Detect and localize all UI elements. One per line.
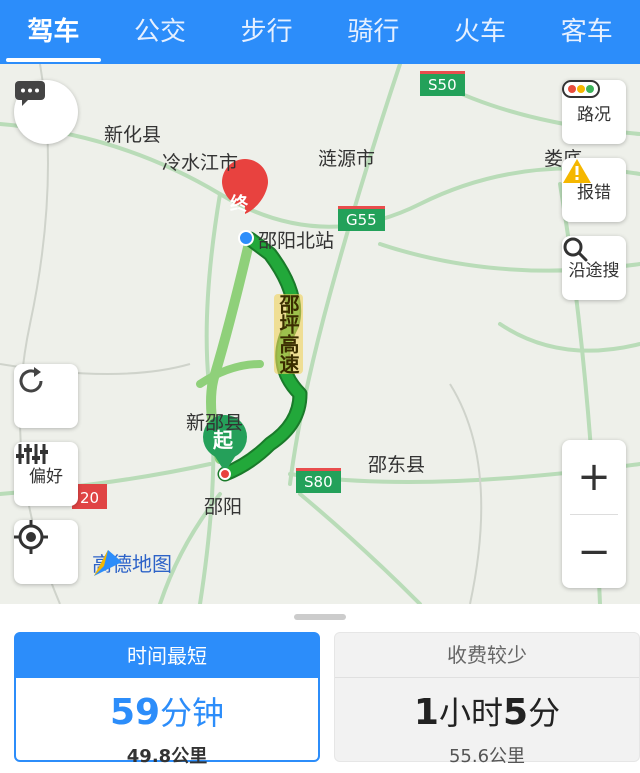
tab-coach[interactable]: 客车 <box>533 0 640 64</box>
traffic-label: 路况 <box>577 104 611 125</box>
road-badge-g55: G55 <box>338 206 385 231</box>
start-marker-label: 起 <box>213 428 233 452</box>
preference-button[interactable]: 偏好 <box>14 442 78 506</box>
tab-ride[interactable]: 骑行 <box>320 0 427 64</box>
locate-me-button[interactable] <box>14 520 78 584</box>
search-along-route-button[interactable]: 沿途搜 <box>562 236 626 300</box>
end-marker-label: 终 <box>230 194 248 215</box>
route-distance: 49.8公里 <box>126 746 208 767</box>
search-icon <box>563 237 588 262</box>
map-label-xinhua: 新化县 <box>104 124 162 146</box>
zoom-control: + − <box>562 440 626 588</box>
route-options-sheet: 时间最短 59分钟 49.8公里 收费较少 1小时5分 55.6公里 <box>0 604 640 773</box>
locate-icon <box>14 520 48 554</box>
amap-logo-icon <box>94 550 122 576</box>
tab-walk[interactable]: 步行 <box>213 0 320 64</box>
amap-brand: 高德地图 <box>92 548 172 577</box>
route-option-header: 收费较少 <box>335 633 639 678</box>
sheet-drag-handle[interactable] <box>294 614 346 620</box>
traffic-light-icon <box>562 80 600 98</box>
traffic-button[interactable]: 路况 <box>562 80 626 144</box>
chat-bubble-icon <box>15 81 45 106</box>
route-option-low-toll[interactable]: 收费较少 1小时5分 55.6公里 <box>334 632 640 767</box>
feedback-bubble-button[interactable] <box>14 80 78 144</box>
route-distance: 55.6公里 <box>448 746 526 767</box>
map-view[interactable]: 新化县 冷水江市 涟源市 娄底 邵阳北站 新邵县 邵东县 邵阳 邵坪高速 S50… <box>0 64 640 604</box>
road-badge-s50: S50 <box>420 71 465 96</box>
tab-bus[interactable]: 公交 <box>107 0 214 64</box>
tab-drive[interactable]: 驾车 <box>0 0 107 64</box>
transport-tab-bar: 驾车 公交 步行 骑行 火车 客车 <box>0 0 640 64</box>
warning-icon <box>563 159 591 183</box>
report-error-button[interactable]: 报错 <box>562 158 626 222</box>
map-label-shaoyang-north: 邵阳北站 <box>258 230 335 252</box>
route-duration: 1小时5分 <box>413 692 561 733</box>
map-label-lianyuan: 涟源市 <box>318 148 376 170</box>
refresh-icon <box>19 367 43 393</box>
map-label-shaoyang: 邵阳 <box>204 496 243 518</box>
map-label-highway: 邵坪高速 <box>274 294 303 374</box>
tab-train[interactable]: 火车 <box>427 0 534 64</box>
route-duration: 59分钟 <box>109 692 225 733</box>
zoom-out-button[interactable]: − <box>562 515 626 589</box>
zoom-in-button[interactable]: + <box>562 440 626 514</box>
sliders-icon <box>16 444 48 464</box>
route-option-fastest[interactable]: 时间最短 59分钟 49.8公里 <box>14 632 320 767</box>
road-badge-s80: S80 <box>296 468 341 493</box>
map-label-lengshuijiang: 冷水江市 <box>162 152 239 174</box>
map-label-shaodong: 邵东县 <box>368 454 426 476</box>
refresh-route-button[interactable] <box>14 364 78 428</box>
route-option-header: 时间最短 <box>16 634 318 678</box>
